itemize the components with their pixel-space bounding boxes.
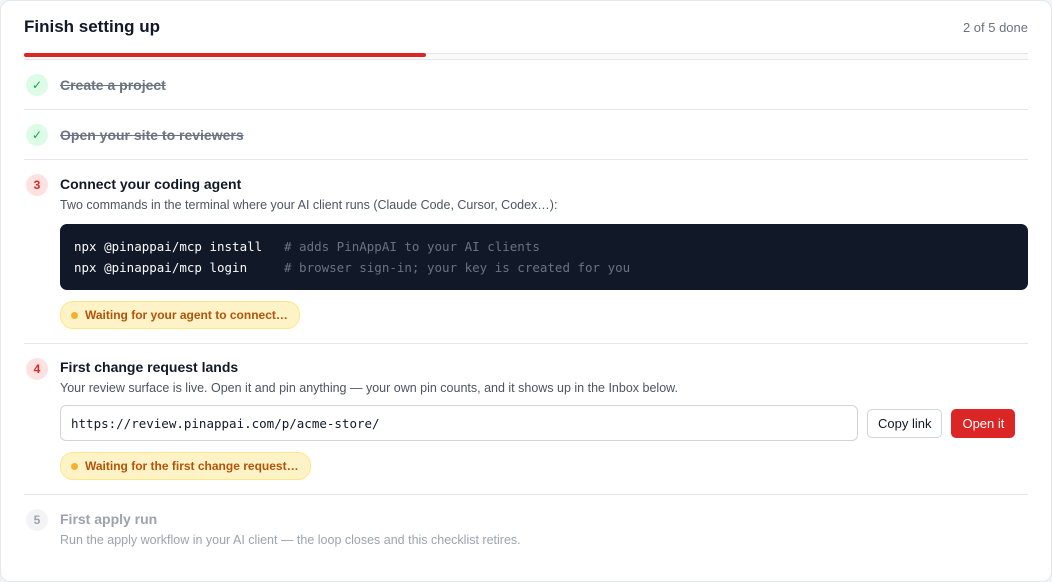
status-dot-icon [71, 462, 78, 470]
checklist-title: Finish setting up [24, 17, 160, 36]
status-text: Waiting for the first change request… [85, 459, 299, 473]
step-title: First apply run [60, 511, 158, 527]
step-title: First change request lands [60, 359, 239, 375]
progress-count: 2 of 5 done [962, 19, 1028, 35]
step-open-site: ✓ Open your site to reviewers [24, 110, 1028, 160]
step-connect-agent: 3 Connect your coding agent Two commands… [24, 160, 1028, 344]
step-create-project: ✓ Create a project [24, 60, 1028, 110]
command-comment: # adds PinAppAI to your AI clients [284, 239, 540, 254]
step-description: Two commands in the terminal where your … [60, 198, 558, 212]
step-number-badge: 3 [26, 174, 48, 196]
progress-bar [24, 53, 1028, 60]
step-first-apply-run: 5 First apply run Run the apply workflow… [24, 495, 1028, 561]
copy-link-button[interactable]: Copy link [867, 408, 943, 438]
status-text: Waiting for your agent to connect… [85, 308, 288, 322]
step-number-badge: 4 [26, 358, 48, 380]
check-icon: ✓ [26, 74, 48, 96]
status-dot-icon [71, 311, 78, 319]
check-icon: ✓ [26, 124, 48, 146]
step-title: Create a project [60, 76, 166, 93]
command-text: npx @pinappai/mcp login [74, 260, 248, 275]
step-number-badge: 5 [26, 509, 48, 531]
command-line: npx @pinappai/mcp login # browser sign-i… [74, 257, 1014, 278]
command-text: npx @pinappai/mcp install [74, 239, 263, 254]
command-line: npx @pinappai/mcp install # adds PinAppA… [74, 236, 1014, 257]
setup-checklist-card: Finish setting up 2 of 5 done ✓ Create a… [0, 0, 1052, 582]
command-comment: # browser sign-in; your key is created f… [284, 260, 631, 275]
step-title: Open your site to reviewers [60, 126, 244, 143]
waiting-status-badge: Waiting for the first change request… [60, 452, 311, 480]
step-description: Run the apply workflow in your AI client… [60, 533, 521, 547]
terminal-commands-block[interactable]: npx @pinappai/mcp install # adds PinAppA… [60, 224, 1028, 290]
step-first-change-request: 4 First change request lands Your review… [24, 344, 1028, 495]
step-title: Connect your coding agent [60, 176, 242, 192]
review-url-field[interactable]: https://review.pinappai.com/p/acme-store… [60, 405, 858, 441]
step-description: Your review surface is live. Open it and… [60, 381, 678, 395]
checklist-header: Finish setting up 2 of 5 done [24, 1, 1028, 53]
progress-bar-fill [24, 53, 426, 57]
waiting-status-badge: Waiting for your agent to connect… [60, 301, 300, 329]
open-it-button[interactable]: Open it [951, 408, 1016, 438]
review-url-row: https://review.pinappai.com/p/acme-store… [60, 405, 1028, 441]
